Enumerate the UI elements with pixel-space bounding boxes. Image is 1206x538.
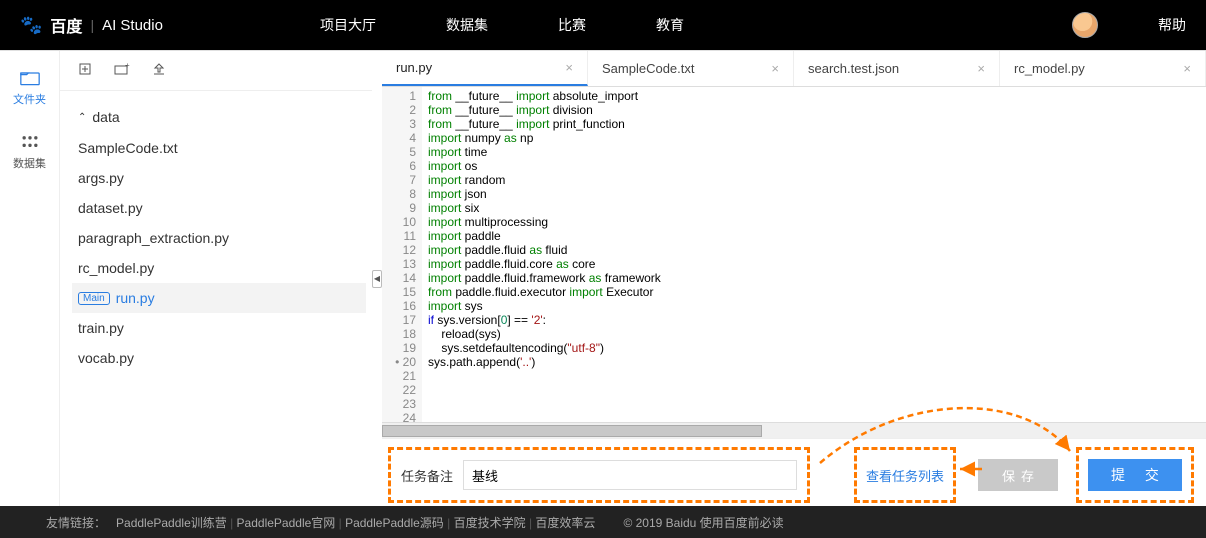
scrollbar-thumb[interactable] (382, 425, 762, 437)
remark-highlight: 任务备注 (388, 447, 810, 503)
close-icon[interactable]: × (565, 60, 573, 75)
close-icon[interactable]: × (1183, 61, 1191, 76)
file-panel: + ⌃ data SampleCode.txtargs.pydataset.py… (60, 51, 372, 506)
code[interactable]: from __future__ import absolute_importfr… (422, 87, 1206, 422)
submit-highlight: 提 交 (1076, 447, 1194, 503)
new-file-icon[interactable] (78, 62, 92, 79)
splitter[interactable]: ◀ (372, 51, 382, 506)
tree-file[interactable]: dataset.py (72, 193, 366, 223)
footer-link[interactable]: PaddlePaddle官网 (237, 516, 336, 530)
grid-icon (20, 133, 40, 151)
tree-file[interactable]: SampleCode.txt (72, 133, 366, 163)
vertical-iconbar: 文件夹 数据集 (0, 51, 60, 506)
view-task-list-link[interactable]: 查看任务列表 (866, 466, 944, 485)
logo-ai: AI Studio (102, 17, 163, 34)
save-button[interactable]: 保存 (978, 459, 1058, 491)
upload-icon[interactable] (152, 62, 166, 79)
logo-baidu: 百度 (50, 13, 82, 37)
file-tree: ⌃ data SampleCode.txtargs.pydataset.pypa… (60, 91, 372, 373)
submit-button[interactable]: 提 交 (1088, 459, 1182, 491)
nav-links: 项目大厅 数据集 比赛 教育 (320, 15, 684, 35)
nav-competition[interactable]: 比赛 (558, 15, 586, 35)
close-icon[interactable]: × (977, 61, 985, 76)
editor-tab[interactable]: rc_model.py× (1000, 51, 1206, 86)
nav-help[interactable]: 帮助 (1158, 15, 1186, 35)
nav-datasets[interactable]: 数据集 (446, 15, 488, 35)
chevron-right-icon: ⌃ (78, 112, 86, 123)
editor-tab[interactable]: SampleCode.txt× (588, 51, 794, 86)
file-toolbar: + (60, 51, 372, 91)
close-icon[interactable]: × (771, 61, 779, 76)
footer-link[interactable]: PaddlePaddle训练营 (116, 516, 227, 530)
footer-link[interactable]: 百度效率云 (535, 516, 595, 530)
footer-link[interactable]: 百度技术学院 (454, 516, 526, 530)
tree-file[interactable]: args.py (72, 163, 366, 193)
collapse-left-icon[interactable]: ◀ (372, 270, 382, 288)
horizontal-scrollbar[interactable] (382, 422, 1206, 438)
editor-tab[interactable]: run.py× (382, 51, 588, 86)
folder-icon (20, 69, 40, 87)
code-area[interactable]: 12345678910111213141516171819• 202122232… (382, 87, 1206, 422)
tree-folder-data[interactable]: ⌃ data (72, 101, 366, 133)
tree-file[interactable]: train.py (72, 313, 366, 343)
logo[interactable]: 🐾 百度 | AI Studio (20, 13, 280, 37)
iconbar-datasets[interactable]: 数据集 (13, 133, 46, 171)
main-badge: Main (78, 292, 110, 305)
footer: 友情链接： PaddlePaddle训练营 | PaddlePaddle官网 |… (0, 506, 1206, 538)
tree-file[interactable]: paragraph_extraction.py (72, 223, 366, 253)
tree-file[interactable]: rc_model.py (72, 253, 366, 283)
bottom-bar: 任务备注 查看任务列表 保存 提 交 (382, 438, 1206, 506)
baidu-paw-icon: 🐾 (20, 15, 42, 36)
footer-link[interactable]: PaddlePaddle源码 (345, 516, 444, 530)
logo-divider: | (90, 17, 94, 33)
new-folder-icon[interactable]: + (114, 62, 130, 79)
remark-input[interactable] (463, 460, 797, 490)
remark-label: 任务备注 (401, 466, 453, 485)
footer-copyright: © 2019 Baidu 使用百度前必读 (623, 514, 783, 531)
svg-text:+: + (125, 62, 130, 70)
top-nav: 🐾 百度 | AI Studio 项目大厅 数据集 比赛 教育 帮助 (0, 0, 1206, 50)
editor-tab[interactable]: search.test.json× (794, 51, 1000, 86)
nav-education[interactable]: 教育 (656, 15, 684, 35)
footer-prefix: 友情链接： (46, 514, 106, 531)
gutter: 12345678910111213141516171819• 202122232… (382, 87, 422, 422)
editor: run.py×SampleCode.txt×search.test.json×r… (382, 51, 1206, 506)
editor-tabs: run.py×SampleCode.txt×search.test.json×r… (382, 51, 1206, 87)
iconbar-files[interactable]: 文件夹 (13, 69, 46, 107)
view-list-highlight: 查看任务列表 (854, 447, 956, 503)
tree-file[interactable]: Mainrun.py (72, 283, 366, 313)
tree-file[interactable]: vocab.py (72, 343, 366, 373)
main: 文件夹 数据集 + ⌃ data SampleCode.txtargs.pyda… (0, 50, 1206, 506)
nav-projects[interactable]: 项目大厅 (320, 15, 376, 35)
avatar[interactable] (1072, 12, 1098, 38)
